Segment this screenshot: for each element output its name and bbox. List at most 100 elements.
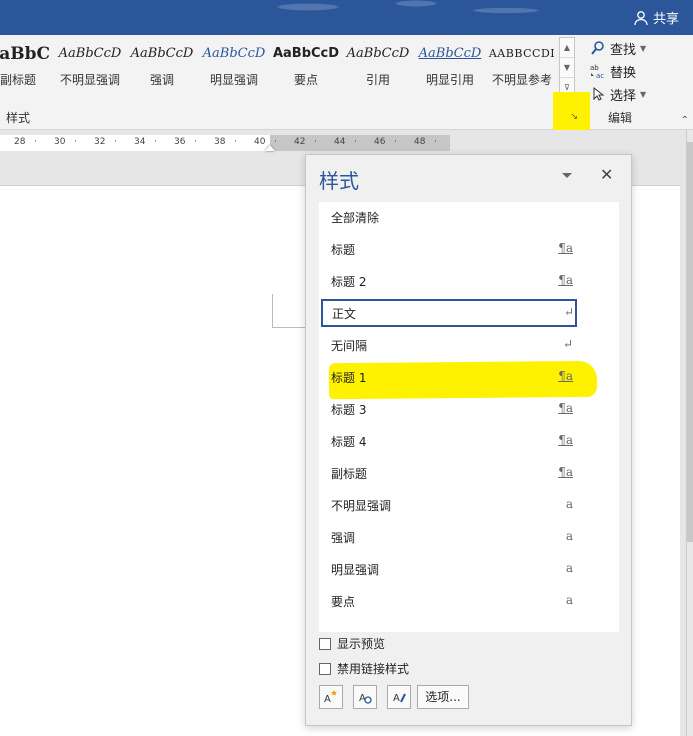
- show-preview-checkbox[interactable]: 显示预览: [319, 635, 385, 652]
- paragraph-mark-icon: ↵: [562, 337, 573, 351]
- ruler-tick-label: 38: [214, 137, 226, 147]
- checkbox-box[interactable]: [319, 637, 331, 650]
- title-bar: 共享: [0, 0, 693, 35]
- style-list: 全部清除 标题 ¶a 标题 2 ¶a 正文 ↵ 无间隔 ↵ 标题 1 ¶a 标题 3 ¶a 标题 4 ¶a 副…: [319, 202, 619, 632]
- ruler-tick-label: 32: [94, 137, 106, 147]
- ruler-tick-label: 42: [294, 137, 306, 147]
- style-name: 标题: [331, 243, 356, 257]
- style-list-item[interactable]: 不明显强调 a: [319, 490, 619, 520]
- character-style-icon: a: [565, 497, 573, 511]
- indent-marker-icon[interactable]: [265, 145, 275, 151]
- editing-group: 查找 ▼ ab ac 替换 选择 ▼ 编辑 ⌃: [590, 35, 693, 130]
- style-inspector-button[interactable]: A: [353, 685, 377, 709]
- chevron-down-icon: ▼: [640, 43, 647, 53]
- style-list-item[interactable]: 无间隔 ↵: [319, 330, 619, 360]
- style-list-item[interactable]: 明显强调 a: [319, 554, 619, 584]
- disable-linked-styles-checkbox[interactable]: 禁用链接样式: [319, 660, 409, 677]
- ruler-tick-label: 40: [254, 137, 266, 147]
- manage-styles-button[interactable]: A: [387, 685, 411, 709]
- style-list-item[interactable]: 标题 4 ¶a: [319, 426, 619, 456]
- linked-style-icon: ¶a: [558, 401, 573, 415]
- style-name: 无间隔: [331, 339, 368, 353]
- ruler-minor-tick: ·: [354, 137, 357, 147]
- gallery-style-item[interactable]: AaBbCcD 明显强调: [198, 37, 270, 99]
- person-icon: [634, 10, 648, 25]
- linked-style-icon: ¶a: [558, 241, 573, 255]
- style-name: 标题 1: [331, 371, 367, 385]
- style-list-item[interactable]: 强调 a: [319, 522, 619, 552]
- style-inspector-icon: A: [359, 693, 372, 704]
- svg-text:A: A: [393, 693, 400, 704]
- linked-style-icon: ¶a: [558, 433, 573, 447]
- gallery-style-item[interactable]: AABBCCDI 不明显参考: [486, 37, 558, 99]
- collapse-ribbon-icon[interactable]: ⌃: [681, 115, 689, 126]
- style-name: 副标题: [331, 467, 368, 481]
- new-style-button[interactable]: A: [319, 685, 343, 709]
- ruler-minor-tick: ·: [314, 137, 317, 147]
- editing-group-label: 编辑: [608, 111, 633, 125]
- ruler-minor-tick: ·: [74, 137, 77, 147]
- style-preview: AaBbCcD: [130, 46, 194, 61]
- gallery-style-item[interactable]: AaBbCcD 不明显强调: [54, 37, 126, 99]
- style-preview: AaBbCcD: [202, 46, 266, 61]
- style-preview: AABBCCDI: [488, 47, 556, 60]
- vertical-scrollbar[interactable]: [686, 130, 693, 736]
- ruler-tick-label: 46: [374, 137, 386, 147]
- svg-text:A: A: [324, 694, 331, 705]
- linked-style-icon: ¶a: [558, 465, 573, 479]
- svg-text:ab: ab: [590, 64, 599, 72]
- style-list-item[interactable]: 全部清除: [319, 202, 619, 232]
- launcher-arrow-icon: ↘: [570, 112, 578, 122]
- ruler-tick-label: 28: [14, 137, 26, 147]
- gallery-style-item[interactable]: AaBbC 副标题: [0, 37, 54, 99]
- gallery-style-item[interactable]: AaBbCcD 强调: [126, 37, 198, 99]
- pane-tools: A A A: [319, 685, 411, 709]
- options-button[interactable]: 选项...: [417, 685, 469, 709]
- style-list-item[interactable]: 要点 a: [319, 586, 619, 616]
- style-list-item[interactable]: 标题 2 ¶a: [319, 266, 619, 296]
- character-style-icon: a: [565, 593, 573, 607]
- title-bar-decoration: [200, 0, 560, 35]
- style-label: 明显强调: [209, 73, 258, 87]
- replace-icon: abac: [590, 64, 604, 79]
- linked-style-icon: ¶a: [558, 273, 573, 287]
- ruler-minor-tick: ·: [234, 137, 237, 147]
- scrollbar-thumb[interactable]: [687, 142, 693, 542]
- style-label: 副标题: [0, 73, 36, 87]
- style-name: 标题 4: [331, 435, 367, 449]
- style-preview: AaBbCcD: [418, 46, 482, 61]
- pane-menu-icon[interactable]: [562, 173, 572, 178]
- new-style-icon: A: [324, 690, 337, 705]
- checkbox-box[interactable]: [319, 662, 331, 675]
- gallery-scrollbar[interactable]: ▲ ▼ ⊽: [559, 37, 575, 97]
- ruler-tick-label: 48: [414, 137, 426, 147]
- gallery-style-item[interactable]: AaBbCcD 要点: [270, 37, 342, 99]
- styles-group-label: 样式: [6, 111, 31, 125]
- gallery-down-icon[interactable]: ▼: [560, 58, 574, 78]
- pane-title: 样式: [319, 169, 359, 193]
- styles-pane: 样式 ✕ 全部清除 标题 ¶a 标题 2 ¶a 正文 ↵ 无间隔 ↵ 标题 1 ¶a 标题 3 ¶a 标题…: [305, 154, 632, 726]
- style-list-item[interactable]: 标题 1 ¶a: [319, 362, 619, 392]
- share-button[interactable]: 共享: [633, 8, 679, 27]
- style-list-item[interactable]: 标题 3 ¶a: [319, 394, 619, 424]
- find-button[interactable]: 查找 ▼: [590, 37, 646, 59]
- style-label: 不明显强调: [59, 73, 120, 87]
- ruler-minor-tick: ·: [114, 137, 117, 147]
- close-icon[interactable]: ✕: [600, 165, 613, 184]
- style-list-item[interactable]: 标题 ¶a: [319, 234, 619, 264]
- gallery-style-item[interactable]: AaBbCcD 引用: [342, 37, 414, 99]
- style-name: 标题 2: [331, 275, 367, 289]
- gallery-up-icon[interactable]: ▲: [560, 38, 574, 58]
- styles-dialog-launcher[interactable]: ↘: [553, 92, 590, 130]
- gallery-style-item[interactable]: AaBbCcD 明显引用: [414, 37, 486, 99]
- chevron-down-icon: ▼: [640, 89, 647, 99]
- horizontal-ruler[interactable]: 28 · 30 · 32 · 34 · 36 · 38 · 40 · 42 · 44 · 46 · 48 ·: [0, 131, 693, 155]
- select-button[interactable]: 选择 ▼: [590, 83, 646, 105]
- style-label: 明显引用: [425, 73, 474, 87]
- ruler-tick-label: 34: [134, 137, 146, 147]
- style-list-item[interactable]: 副标题 ¶a: [319, 458, 619, 488]
- replace-button[interactable]: ab ac 替换: [590, 60, 636, 82]
- manage-styles-icon: A: [393, 693, 406, 704]
- style-list-item[interactable]: 正文 ↵: [320, 298, 578, 328]
- character-style-icon: a: [565, 529, 573, 543]
